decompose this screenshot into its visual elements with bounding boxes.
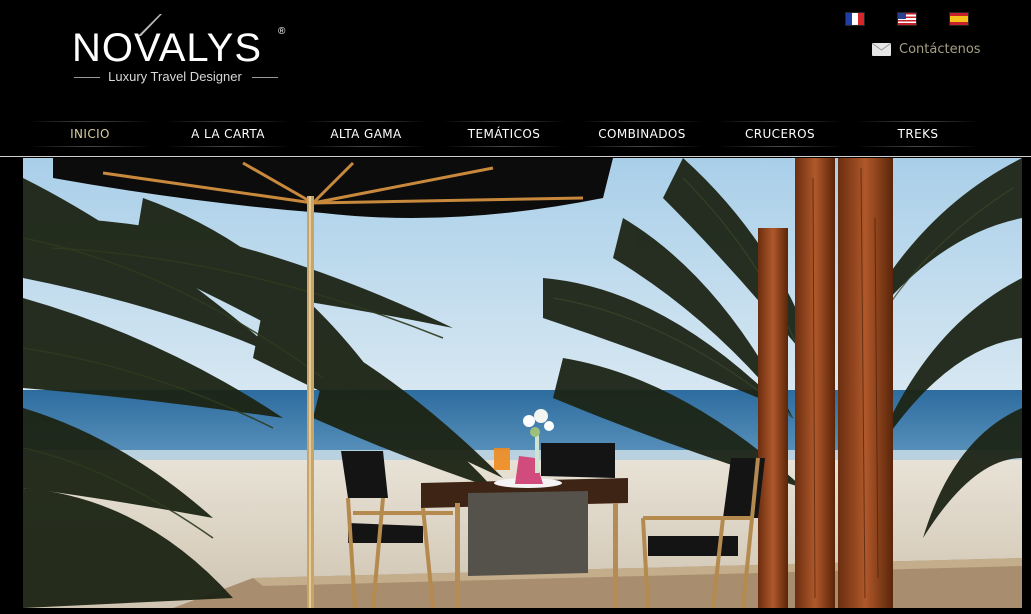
nav-item-treks[interactable]: TREKS [850,121,986,147]
registered-mark: ® [278,26,286,37]
nav-item-combinados[interactable]: COMBINADOS [574,121,710,147]
contact-label: Contáctenos [899,41,981,57]
logo-tagline: Luxury Travel Designer [72,70,278,84]
nav-item-inicio[interactable]: INICIO [22,121,158,147]
header-divider [0,156,1031,157]
nav-item-alta-gama[interactable]: ALTA GAMA [298,121,434,147]
nav-item-cruceros[interactable]: CRUCEROS [712,121,848,147]
main-nav: INICIO A LA CARTA ALTA GAMA TEMÁTICOS CO… [22,121,988,147]
spain-flag-icon[interactable] [950,13,968,25]
envelope-icon [872,42,891,56]
beach-dining-scene [23,158,1022,608]
nav-item-a-la-carta[interactable]: A LA CARTA [160,121,296,147]
hero-image [23,158,1022,608]
france-flag-icon[interactable] [846,13,864,25]
contact-link[interactable]: Contáctenos [872,41,981,57]
usa-flag-icon[interactable] [898,13,916,25]
logo[interactable]: NOVALYS ® Luxury Travel Designer [72,14,292,88]
logo-wordmark: NOVALYS [72,26,263,70]
nav-item-tematicos[interactable]: TEMÁTICOS [436,121,572,147]
